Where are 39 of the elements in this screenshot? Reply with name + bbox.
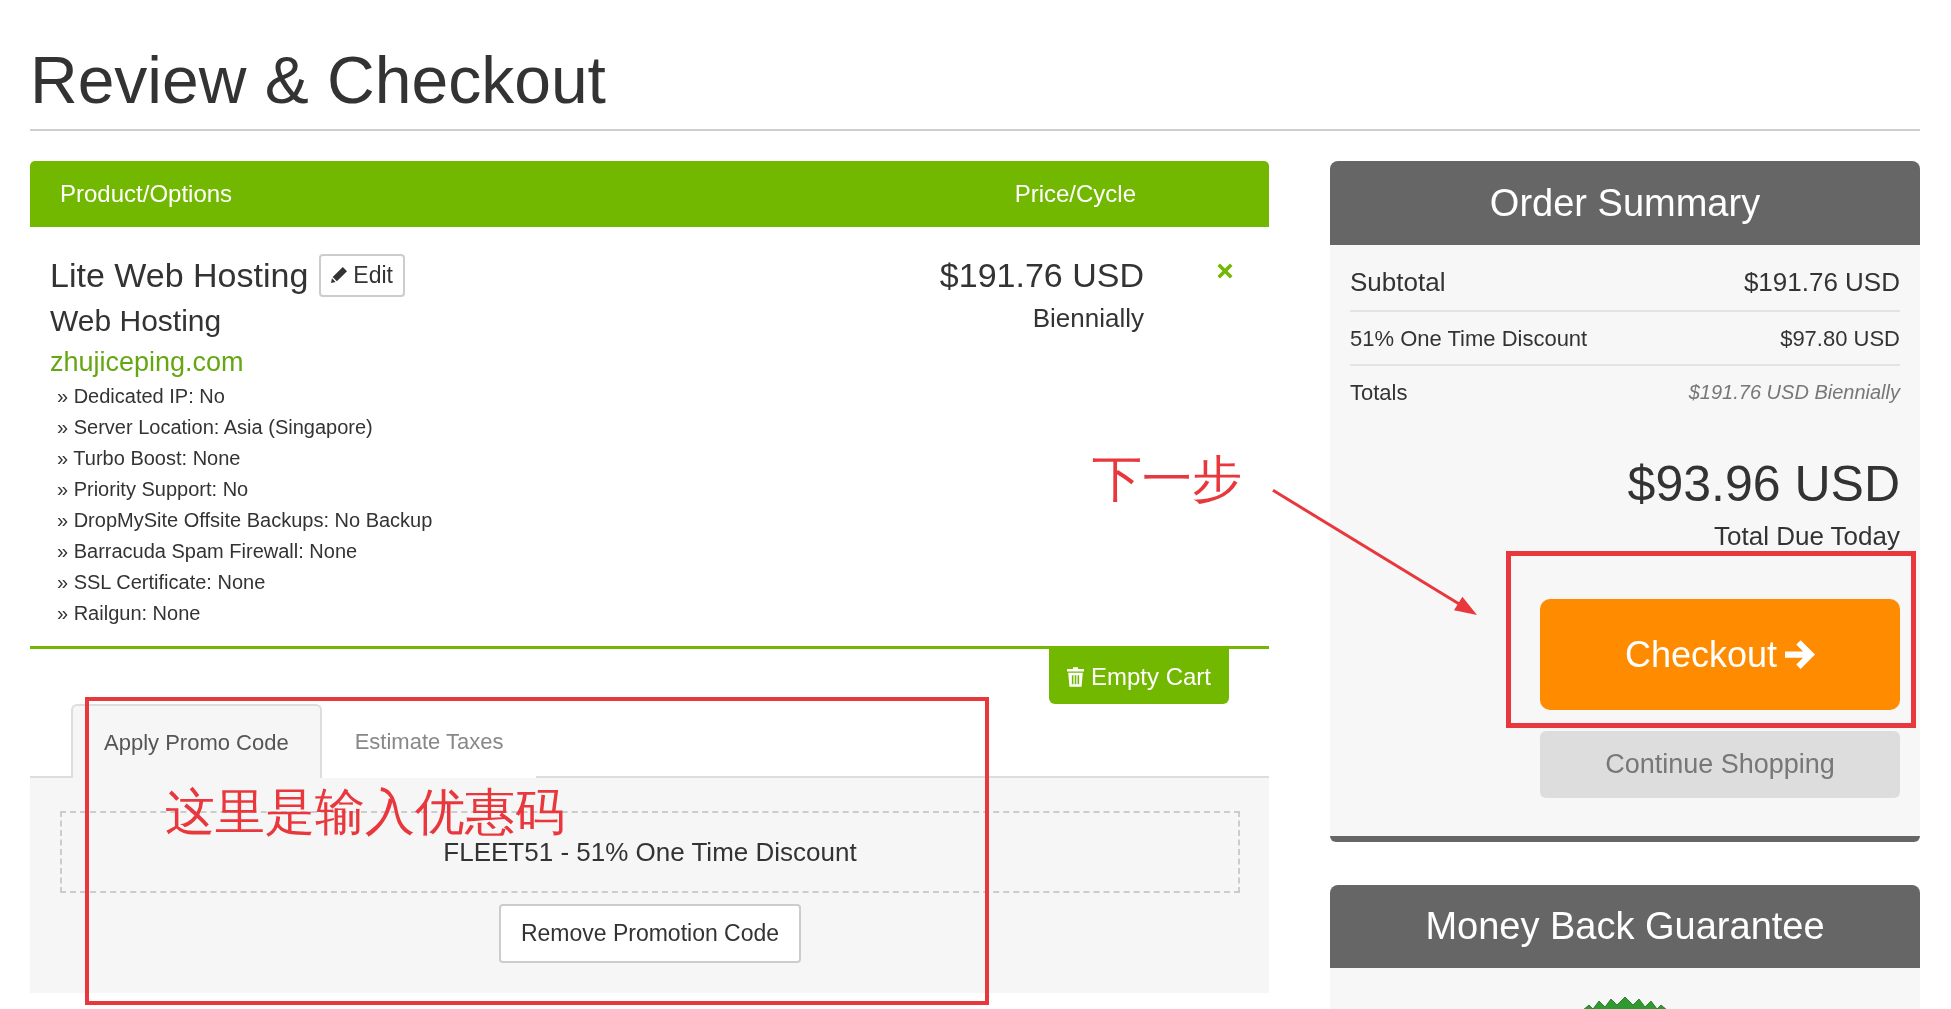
product-option: » SSL Certificate: None	[57, 567, 266, 598]
summary-value: $191.76 USD	[1743, 266, 1900, 299]
product-option: » DropMySite Offsite Backups: No Backup	[57, 505, 433, 536]
panel-title: Money Back Guarantee	[1425, 904, 1825, 949]
product-option: » Railgun: None	[57, 598, 201, 629]
remove-promo-button[interactable]: Remove Promotion Code	[498, 904, 802, 963]
product-option: » Dedicated IP: No	[57, 381, 225, 412]
arrow-right-icon	[1785, 640, 1816, 669]
product-option: » Turbo Boost: None	[57, 443, 241, 474]
summary-value: $97.80 USD	[1780, 324, 1900, 353]
edit-button[interactable]: Edit	[319, 253, 405, 297]
continue-shopping-button[interactable]: Continue Shopping	[1540, 731, 1900, 798]
summary-label: 51% One Time Discount	[1350, 324, 1588, 353]
tab[interactable]: Apply Promo Code	[71, 704, 322, 778]
product-group: Web Hosting	[50, 303, 222, 339]
pencil-icon	[331, 267, 348, 283]
trash-icon	[1066, 666, 1084, 687]
annotation-text: 这里是输入优惠码	[165, 788, 565, 836]
product-option: » Barracuda Spam Firewall: None	[57, 536, 358, 567]
panel-title: Order Summary	[1489, 180, 1761, 226]
total-due-label: Total Due Today	[1714, 521, 1900, 551]
product-option: » Priority Support: No	[57, 474, 249, 505]
summary-label: Subtotal	[1350, 266, 1446, 299]
product-option: » Server Location: Asia (Singapore)	[57, 412, 373, 443]
column-header: Product/Options	[60, 179, 233, 209]
checkout-button[interactable]: Checkout	[1540, 599, 1900, 710]
summary-value: $191.76 USD Biennially	[1688, 380, 1900, 405]
summary-label: Totals	[1350, 378, 1408, 407]
seal-icon	[1583, 997, 1667, 1009]
domain-name: zhujiceping.com	[50, 346, 244, 379]
page-title: Review & Checkout	[30, 47, 606, 113]
column-header: Price/Cycle	[1014, 179, 1136, 209]
empty-cart-button[interactable]: Empty Cart	[1048, 649, 1229, 704]
annotation-text: 下一步	[1092, 454, 1242, 504]
product-name: Lite Web Hosting	[50, 255, 309, 296]
product-price: $191.76 USD	[939, 255, 1144, 296]
total-due-amount: $93.96 USD	[1627, 455, 1900, 514]
billing-cycle: Biennially	[1032, 302, 1144, 334]
close-icon[interactable]	[1217, 263, 1233, 279]
